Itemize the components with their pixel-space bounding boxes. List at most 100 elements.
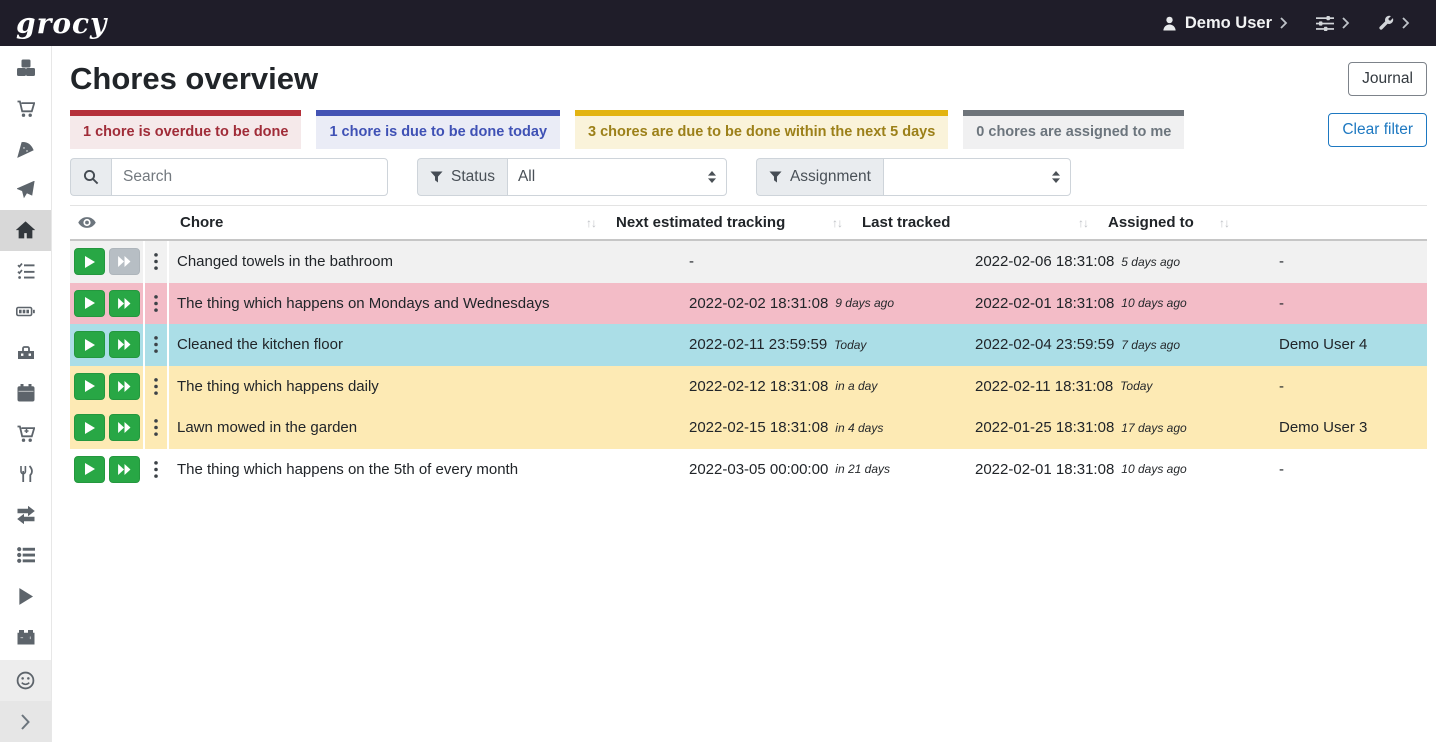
bullet-list-icon <box>17 546 35 564</box>
sidebar-item-meal-plan[interactable] <box>0 170 51 211</box>
sidebar-item-equipment[interactable] <box>0 332 51 373</box>
table-row: The thing which happens on the 5th of ev… <box>70 449 1427 491</box>
sliders-icon <box>1316 16 1334 31</box>
app-logo[interactable]: grocy <box>16 7 107 40</box>
column-header-chore[interactable]: Chore↑↓ <box>170 214 606 231</box>
sidebar-item-inventory[interactable] <box>0 535 51 576</box>
row-menu-button[interactable] <box>148 459 164 480</box>
sidebar-item-transfer[interactable] <box>0 495 51 536</box>
ellipsis-vertical-icon <box>154 253 158 270</box>
banner-due-soon[interactable]: 3 chores are due to be done within the n… <box>575 110 948 149</box>
skip-execution-button[interactable] <box>109 414 140 441</box>
track-execution-button[interactable] <box>74 456 105 483</box>
track-execution-button[interactable] <box>74 414 105 441</box>
next-tracking-cell: 2022-02-12 18:31:08in a day <box>681 366 967 408</box>
pizza-slice-icon <box>17 140 35 158</box>
track-execution-button[interactable] <box>74 248 105 275</box>
user-menu[interactable]: Demo User <box>1162 14 1288 33</box>
row-menu-button[interactable] <box>148 293 164 314</box>
last-tracked-cell: 2022-02-01 18:31:0810 days ago <box>967 449 1271 491</box>
search-input-group <box>70 158 388 196</box>
assigned-to-cell: - <box>1271 366 1427 408</box>
exchange-arrows-icon <box>17 506 35 524</box>
sidebar-item-stock-overview[interactable] <box>0 48 51 89</box>
column-header-assigned-to[interactable]: Assigned to↑↓ <box>1098 214 1239 231</box>
row-menu-button[interactable] <box>148 334 164 355</box>
fast-forward-icon <box>118 339 131 350</box>
page-title: Chores overview <box>70 61 318 97</box>
banner-overdue[interactable]: 1 chore is overdue to be done <box>70 110 301 149</box>
skip-execution-button[interactable] <box>109 331 140 358</box>
caret-updown-icon <box>708 171 716 183</box>
row-menu-button[interactable] <box>148 376 164 397</box>
sidebar-item-smiley[interactable] <box>0 660 51 701</box>
next-tracking-cell: 2022-02-02 18:31:089 days ago <box>681 283 967 325</box>
chore-name-cell: The thing which happens on Mondays and W… <box>169 283 681 325</box>
chevron-right-icon <box>1280 17 1288 29</box>
admin-menu[interactable] <box>1378 15 1410 31</box>
banner-due-today[interactable]: 1 chore is due to be done today <box>316 110 560 149</box>
status-select-value: All <box>518 168 535 186</box>
sidebar-item-chore-tracking[interactable] <box>0 576 51 617</box>
chevron-right-icon <box>21 714 30 730</box>
sidebar-item-battery-tracking[interactable] <box>0 616 51 657</box>
filter-icon <box>769 171 782 184</box>
assigned-to-cell: Demo User 3 <box>1271 407 1427 449</box>
sidebar-item-chores-overview[interactable] <box>0 210 51 251</box>
skip-execution-button[interactable] <box>109 373 140 400</box>
table-row: Cleaned the kitchen floor 2022-02-11 23:… <box>70 324 1427 366</box>
track-execution-button[interactable] <box>74 331 105 358</box>
status-filter-label: Status <box>451 168 495 186</box>
column-visibility-toggle[interactable] <box>70 217 170 228</box>
assignment-filter-label: Assignment <box>790 168 871 186</box>
table-row: Lawn mowed in the garden 2022-02-15 18:3… <box>70 407 1427 449</box>
next-tracking-cell: 2022-03-05 00:00:00in 21 days <box>681 449 967 491</box>
chore-name-cell: Lawn mowed in the garden <box>169 407 681 449</box>
track-execution-button[interactable] <box>74 290 105 317</box>
track-execution-button[interactable] <box>74 373 105 400</box>
column-header-next-tracking[interactable]: Next estimated tracking↑↓ <box>606 214 852 231</box>
ellipsis-vertical-icon <box>154 419 158 436</box>
column-header-last-tracked[interactable]: Last tracked↑↓ <box>852 214 1098 231</box>
sort-icon: ↑↓ <box>832 216 842 230</box>
sidebar-item-calendar[interactable] <box>0 373 51 414</box>
calendar-icon <box>17 384 35 402</box>
search-addon <box>70 158 111 196</box>
next-tracking-cell: 2022-02-15 18:31:08in 4 days <box>681 407 967 449</box>
filters-row: Status All Assignment <box>70 158 1427 196</box>
fast-forward-icon <box>118 464 131 475</box>
last-tracked-cell: 2022-02-06 18:31:085 days ago <box>967 241 1271 283</box>
sidebar-item-consume[interactable] <box>0 454 51 495</box>
play-icon <box>85 463 95 475</box>
banner-assigned-to-me[interactable]: 0 chores are assigned to me <box>963 110 1184 149</box>
sidebar-item-tasks[interactable] <box>0 251 51 292</box>
sidebar-expand-button[interactable] <box>0 701 51 742</box>
battery-icon <box>16 302 35 321</box>
play-icon <box>85 297 95 309</box>
sidebar-item-shopping-list[interactable] <box>0 89 51 130</box>
search-icon <box>83 169 99 185</box>
car-battery-icon <box>17 628 35 646</box>
assignment-select[interactable] <box>883 158 1071 196</box>
fast-forward-icon <box>118 422 131 433</box>
sidebar-item-purchase[interactable] <box>0 413 51 454</box>
status-select[interactable]: All <box>507 158 727 196</box>
skip-execution-button[interactable] <box>109 456 140 483</box>
search-input[interactable] <box>111 158 388 196</box>
ellipsis-vertical-icon <box>154 336 158 353</box>
assigned-to-cell: Demo User 4 <box>1271 324 1427 366</box>
boxes-icon <box>17 59 35 77</box>
display-settings-menu[interactable] <box>1316 16 1350 31</box>
play-icon <box>85 339 95 351</box>
ellipsis-vertical-icon <box>154 295 158 312</box>
clear-filter-button[interactable]: Clear filter <box>1328 113 1427 147</box>
sidebar-item-recipes[interactable] <box>0 129 51 170</box>
assignment-addon: Assignment <box>756 158 883 196</box>
row-menu-button[interactable] <box>148 251 164 272</box>
row-menu-button[interactable] <box>148 417 164 438</box>
skip-execution-button[interactable] <box>109 290 140 317</box>
shopping-cart-icon <box>17 100 35 118</box>
journal-button[interactable]: Journal <box>1348 62 1427 96</box>
sidebar-item-batteries-overview[interactable] <box>0 292 51 333</box>
chevron-right-icon <box>1402 17 1410 29</box>
